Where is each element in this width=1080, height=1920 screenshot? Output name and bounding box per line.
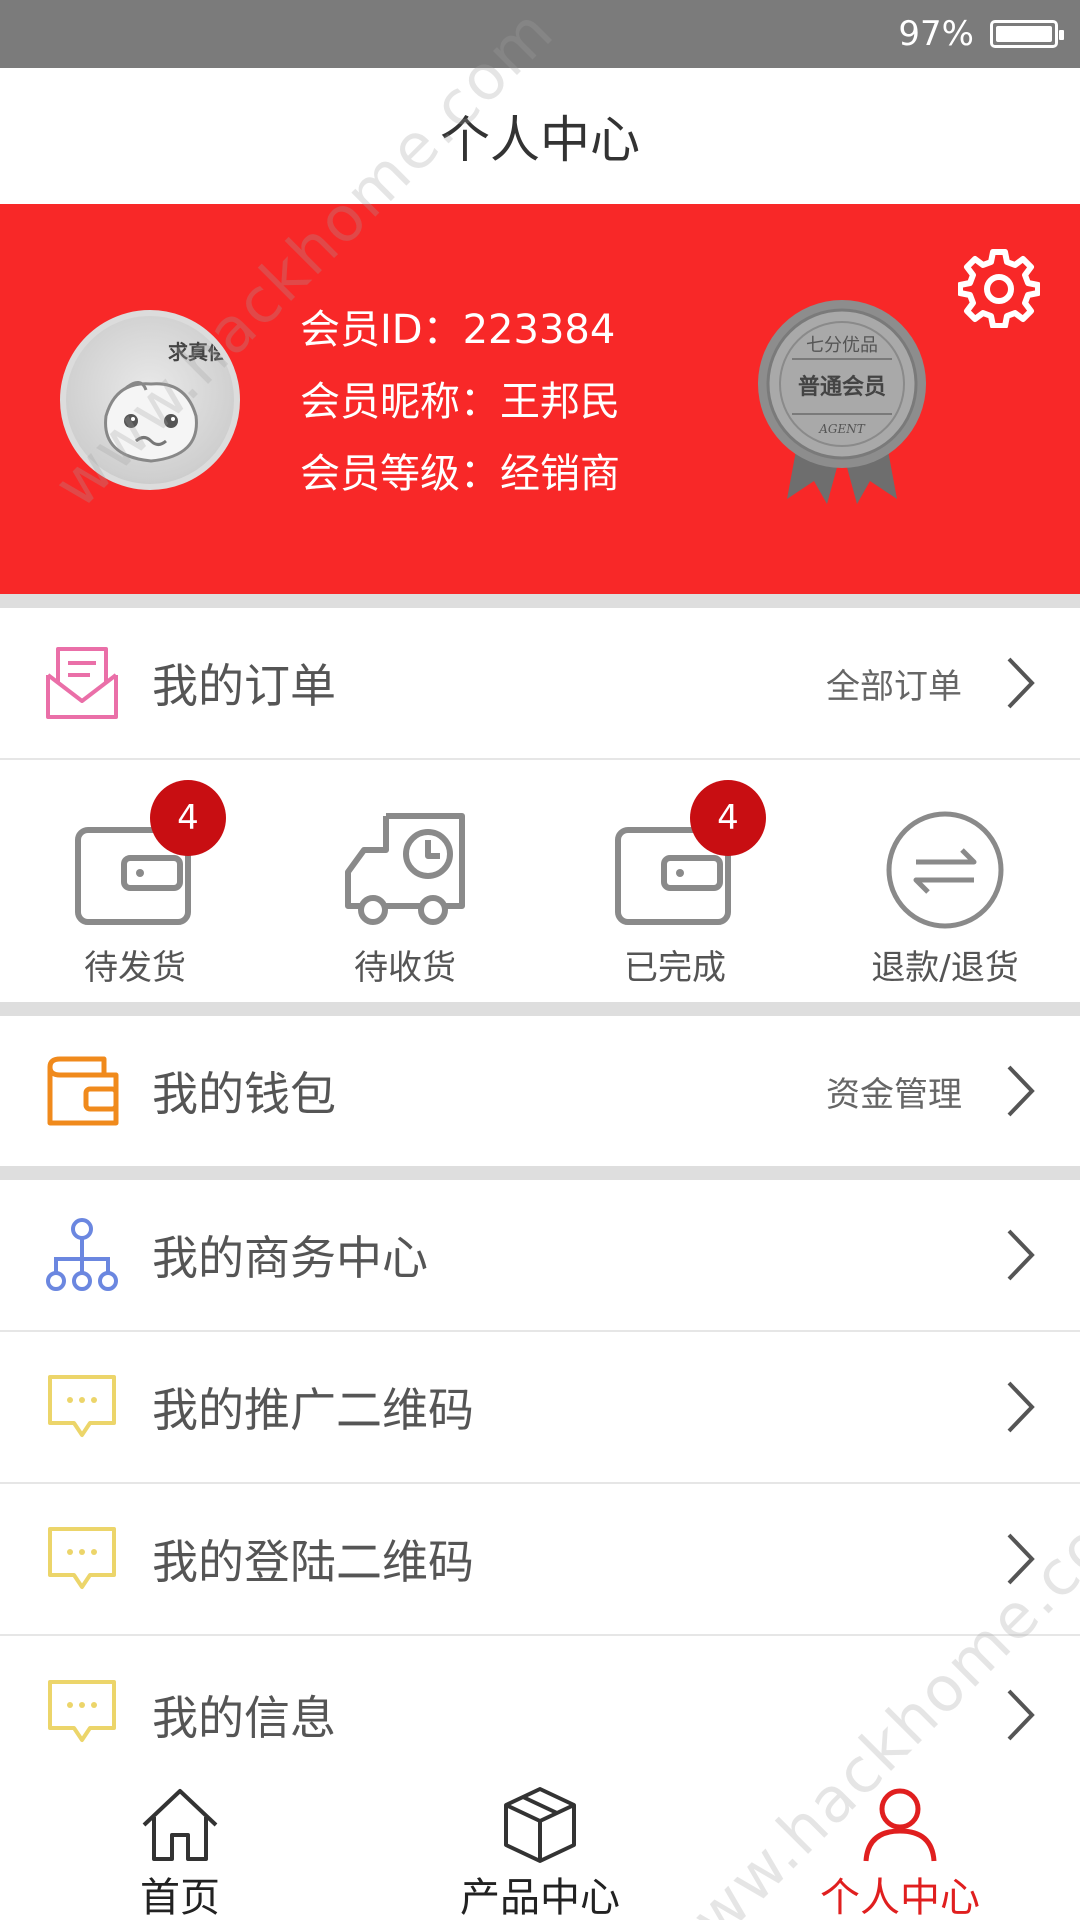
settings-gear-icon[interactable] — [958, 246, 1040, 328]
fund-management-link[interactable]: 资金管理 — [826, 1067, 962, 1116]
completed-badge: 4 — [690, 780, 766, 856]
order-status-grid: 4 待发货 待收货 4 已完成 退款/退货 — [0, 762, 1080, 1002]
avatar-badge-text: 求真偿 — [168, 340, 228, 364]
delivery-truck-clock-icon — [345, 813, 465, 925]
order-status-completed[interactable]: 4 已完成 — [540, 762, 810, 1002]
tab-home[interactable]: 首页 — [0, 1765, 360, 1920]
user-icon — [863, 1788, 937, 1862]
avatar[interactable]: 求真偿 — [60, 310, 240, 490]
divider — [0, 758, 1080, 760]
section-gap — [0, 1002, 1080, 1016]
my-wallet-label: 我的钱包 — [152, 1067, 336, 1121]
tab-products-label: 产品中心 — [460, 1875, 620, 1920]
chat-bubble-icon — [48, 1527, 116, 1589]
my-wallet-row[interactable]: 我的钱包 资金管理 — [0, 1016, 1080, 1166]
pending-shipment-badge: 4 — [150, 780, 226, 856]
menu-item-label: 我的登陆二维码 — [152, 1535, 474, 1589]
personal-center-screen: 97% 个人中心 求真偿 会员ID： 223384 会员昵称： 王邦民 会员等级… — [0, 0, 1080, 1920]
battery-percent: 97% — [898, 14, 974, 54]
member-level-row: 会员等级： 经销商 — [300, 438, 620, 510]
menu-item-business-center[interactable]: 我的商务中心 — [0, 1180, 1080, 1330]
tab-home-label: 首页 — [140, 1875, 220, 1920]
my-orders-label: 我的订单 — [152, 659, 336, 713]
section-gap — [0, 594, 1080, 608]
order-status-pending-receipt[interactable]: 待收货 — [270, 762, 540, 1002]
profile-info: 会员ID： 223384 会员昵称： 王邦民 会员等级： 经销商 — [300, 294, 620, 510]
order-status-refund-return[interactable]: 退款/退货 — [810, 762, 1080, 1002]
status-bar: 97% — [0, 0, 1080, 68]
tab-products[interactable]: 产品中心 — [360, 1765, 720, 1920]
all-orders-link[interactable]: 全部订单 — [826, 659, 962, 708]
member-id-label: 会员ID： — [300, 307, 463, 353]
cartoon-face-icon — [104, 381, 198, 463]
chevron-right-icon — [1007, 1065, 1035, 1117]
pending-receipt-label: 待收货 — [354, 948, 456, 988]
chevron-right-icon — [1007, 1229, 1035, 1281]
menu-item-label: 我的信息 — [152, 1691, 336, 1745]
nickname-row: 会员昵称： 王邦民 — [300, 366, 620, 438]
menu-item-label: 我的商务中心 — [152, 1231, 428, 1285]
member-level-value: 经销商 — [500, 451, 620, 497]
chat-bubble-icon — [48, 1375, 116, 1437]
battery-icon — [990, 20, 1064, 48]
menu-item-label: 我的推广二维码 — [152, 1383, 474, 1437]
envelope-icon — [46, 647, 118, 719]
member-medal-icon: 七分优品 普通会员 AGENT — [758, 300, 926, 504]
tab-personal-center-label: 个人中心 — [820, 1875, 980, 1920]
member-id-row: 会员ID： 223384 — [300, 294, 620, 366]
cube-icon — [504, 1787, 576, 1863]
menu-item-login-qrcode[interactable]: 我的登陆二维码 — [0, 1484, 1080, 1634]
chevron-right-icon — [1007, 1533, 1035, 1585]
nickname-value: 王邦民 — [500, 379, 620, 425]
bottom-tab-bar: 首页 产品中心 个人中心 — [0, 1765, 1080, 1920]
nickname-label: 会员昵称： — [300, 379, 500, 425]
pending-shipment-label: 待发货 — [84, 948, 186, 988]
section-gap — [0, 1166, 1080, 1180]
wallet-icon — [47, 1056, 119, 1126]
menu-item-my-info[interactable]: 我的信息 — [0, 1636, 1080, 1765]
tab-personal-center[interactable]: 个人中心 — [720, 1765, 1080, 1920]
page-title: 个人中心 — [0, 68, 1080, 204]
profile-banner: 求真偿 会员ID： 223384 会员昵称： 王邦民 会员等级： 经销商 七分优… — [0, 204, 1080, 594]
home-icon — [142, 1789, 218, 1861]
chevron-right-icon — [1007, 1689, 1035, 1741]
member-level-label: 会员等级： — [300, 451, 500, 497]
chevron-right-icon — [1007, 1381, 1035, 1433]
menu-item-promotion-qrcode[interactable]: 我的推广二维码 — [0, 1332, 1080, 1482]
chevron-right-icon — [1007, 657, 1035, 709]
org-chart-icon — [46, 1218, 118, 1291]
exchange-arrows-icon — [886, 811, 1004, 929]
medal-top-text: 七分优品 — [806, 335, 878, 356]
medal-bottom-text: AGENT — [818, 422, 866, 436]
medal-middle-text: 普通会员 — [798, 374, 886, 400]
completed-label: 已完成 — [624, 948, 726, 988]
my-orders-row[interactable]: 我的订单 全部订单 — [0, 608, 1080, 758]
member-id-value: 223384 — [462, 307, 616, 353]
chat-bubble-icon — [48, 1680, 116, 1742]
order-status-pending-shipment[interactable]: 4 待发货 — [0, 762, 270, 1002]
refund-return-label: 退款/退货 — [871, 948, 1019, 988]
